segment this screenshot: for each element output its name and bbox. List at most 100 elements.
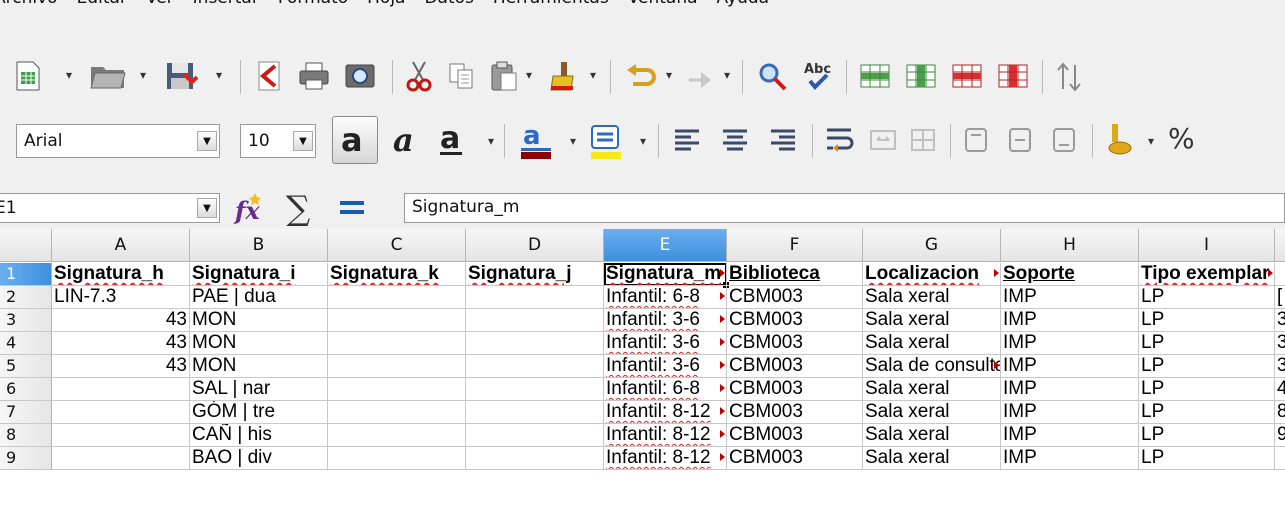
cell-c6[interactable] xyxy=(328,378,466,401)
cell-e7[interactable]: Infantil: 8-12 xyxy=(604,401,727,424)
cell-j3-partial[interactable]: 3 xyxy=(1275,309,1285,332)
menu-datos[interactable]: Datos xyxy=(424,0,473,8)
cell-f1[interactable]: Biblioteca xyxy=(727,263,863,286)
cell-g9[interactable]: Sala xeral xyxy=(863,447,1001,470)
highlight-dropdown-arrow[interactable]: ▾ xyxy=(640,134,646,148)
cell-d9[interactable] xyxy=(466,447,604,470)
function-wizard-icon[interactable]: fx xyxy=(232,191,268,225)
cell-g2[interactable]: Sala xeral xyxy=(863,286,1001,309)
cell-f6[interactable]: CBM003 xyxy=(727,378,863,401)
clone-dropdown-arrow[interactable]: ▾ xyxy=(590,68,596,82)
open-dropdown-arrow[interactable]: ▾ xyxy=(140,68,146,82)
column-header-b[interactable]: B xyxy=(190,229,328,262)
menu-archivo[interactable]: Archivo xyxy=(0,0,58,8)
cell-e1[interactable]: Signatura_m xyxy=(604,263,727,286)
copy-icon[interactable] xyxy=(446,60,476,92)
cell-d2[interactable] xyxy=(466,286,604,309)
clone-formatting-icon[interactable] xyxy=(546,60,576,92)
cell-a5[interactable]: 43 xyxy=(52,355,190,378)
column-header-h[interactable]: H xyxy=(1001,229,1139,262)
name-box-value[interactable]: E1 xyxy=(0,198,197,218)
align-middle-icon[interactable] xyxy=(1004,122,1036,158)
cell-i6[interactable]: LP xyxy=(1139,378,1275,401)
new-document-icon[interactable] xyxy=(12,60,44,92)
cell-i1[interactable]: Tipo exemplar xyxy=(1139,263,1275,286)
insert-rows-icon[interactable] xyxy=(858,60,892,92)
paste-dropdown-arrow[interactable]: ▾ xyxy=(526,68,532,82)
insert-columns-icon[interactable] xyxy=(904,60,938,92)
cell-j9-partial[interactable] xyxy=(1275,447,1285,470)
align-top-icon[interactable] xyxy=(960,122,992,158)
cell-c1[interactable]: Signatura_k xyxy=(328,263,466,286)
column-header-e[interactable]: E xyxy=(604,229,727,262)
cell-a1[interactable]: Signatura_h xyxy=(52,263,190,286)
cell-h2[interactable]: IMP xyxy=(1001,286,1139,309)
delete-rows-icon[interactable] xyxy=(950,60,984,92)
cell-e3[interactable]: Infantil: 3-6 xyxy=(604,309,727,332)
cell-d5[interactable] xyxy=(466,355,604,378)
row-header-6[interactable]: 6 xyxy=(0,378,52,401)
undo-dropdown-arrow[interactable]: ▾ xyxy=(666,68,672,82)
row-header-3[interactable]: 3 xyxy=(0,309,52,332)
equals-icon[interactable] xyxy=(334,191,370,225)
cell-h9[interactable]: IMP xyxy=(1001,447,1139,470)
cell-j5-partial[interactable]: 3 xyxy=(1275,355,1285,378)
cell-d6[interactable] xyxy=(466,378,604,401)
cell-h4[interactable]: IMP xyxy=(1001,332,1139,355)
row-header-4[interactable]: 4 xyxy=(0,332,52,355)
column-header-j-partial[interactable] xyxy=(1275,229,1285,262)
cell-f9[interactable]: CBM003 xyxy=(727,447,863,470)
cell-a8[interactable] xyxy=(52,424,190,447)
currency-dropdown-arrow[interactable]: ▾ xyxy=(1148,134,1154,148)
cell-i3[interactable]: LP xyxy=(1139,309,1275,332)
align-left-icon[interactable] xyxy=(670,122,704,158)
row-header-9[interactable]: 9 xyxy=(0,447,52,470)
cell-c5[interactable] xyxy=(328,355,466,378)
column-header-g[interactable]: G xyxy=(863,229,1001,262)
save-icon[interactable] xyxy=(164,60,198,92)
cell-a9[interactable] xyxy=(52,447,190,470)
cell-c3[interactable] xyxy=(328,309,466,332)
sum-icon[interactable]: ∑ xyxy=(282,189,318,227)
cell-g3[interactable]: Sala xeral xyxy=(863,309,1001,332)
cell-d1[interactable]: Signatura_j xyxy=(466,263,604,286)
redo-dropdown-arrow[interactable]: ▾ xyxy=(724,68,730,82)
cell-i8[interactable]: LP xyxy=(1139,424,1275,447)
cell-b6[interactable]: SAL | nar xyxy=(190,378,328,401)
font-name-combo[interactable]: Arial ▼ xyxy=(16,124,220,158)
cell-f4[interactable]: CBM003 xyxy=(727,332,863,355)
cell-h1[interactable]: Soporte xyxy=(1001,263,1139,286)
cell-c4[interactable] xyxy=(328,332,466,355)
font-name-value[interactable]: Arial xyxy=(17,131,197,151)
formula-input[interactable]: Signatura_m xyxy=(404,193,1285,223)
cell-f8[interactable]: CBM003 xyxy=(727,424,863,447)
cell-c8[interactable] xyxy=(328,424,466,447)
cut-icon[interactable] xyxy=(404,60,434,92)
cell-g1[interactable]: Localizacion xyxy=(863,263,1001,286)
menu-ver[interactable]: Ver xyxy=(146,0,174,8)
print-icon[interactable] xyxy=(296,60,332,92)
font-size-value[interactable]: 10 xyxy=(241,131,293,151)
cell-a2[interactable]: LIN-7.3 xyxy=(52,286,190,309)
cell-g7[interactable]: Sala xeral xyxy=(863,401,1001,424)
cell-e5[interactable]: Infantil: 3-6 xyxy=(604,355,727,378)
font-size-combo[interactable]: 10 ▼ xyxy=(240,124,316,158)
percent-format-icon[interactable]: % xyxy=(1168,122,1195,155)
underline-dropdown-arrow[interactable]: ▾ xyxy=(488,134,494,148)
paste-icon[interactable] xyxy=(488,60,520,92)
cell-c2[interactable] xyxy=(328,286,466,309)
sort-icon[interactable] xyxy=(1054,60,1084,92)
cell-b2[interactable]: PAE | dua xyxy=(190,286,328,309)
font-name-dropdown-icon[interactable]: ▼ xyxy=(197,131,217,151)
cell-g8[interactable]: Sala xeral xyxy=(863,424,1001,447)
row-header-1[interactable]: 1 xyxy=(0,263,52,286)
cell-i5[interactable]: LP xyxy=(1139,355,1275,378)
cell-e6[interactable]: Infantil: 6-8 xyxy=(604,378,727,401)
cell-e4[interactable]: Infantil: 3-6 xyxy=(604,332,727,355)
cell-h3[interactable]: IMP xyxy=(1001,309,1139,332)
cell-j7-partial[interactable]: 8 xyxy=(1275,401,1285,424)
redo-icon[interactable] xyxy=(684,60,714,92)
cell-f2[interactable]: CBM003 xyxy=(727,286,863,309)
cell-j8-partial[interactable]: 9 xyxy=(1275,424,1285,447)
font-color-icon[interactable]: a xyxy=(516,118,556,162)
